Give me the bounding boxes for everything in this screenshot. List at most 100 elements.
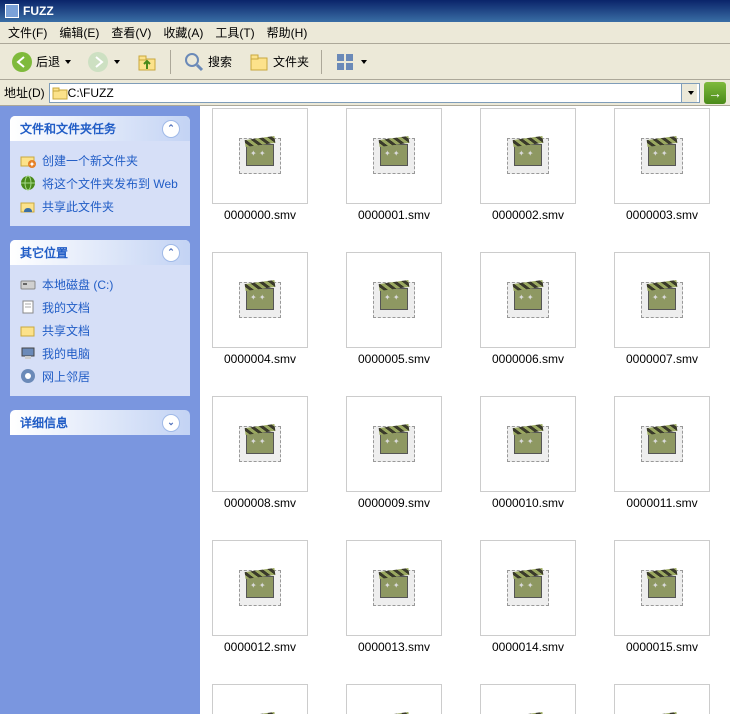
- file-name: 0000001.smv: [358, 208, 430, 222]
- file-name: 0000002.smv: [492, 208, 564, 222]
- file-thumbnail: [480, 540, 576, 636]
- tasks-panel: 文件和文件夹任务 ⌃ ✦ 创建一个新文件夹 将这个文件夹发布到 Web 共享此文…: [10, 116, 190, 226]
- file-item[interactable]: 0000005.smv: [344, 252, 444, 366]
- new-folder-icon: ✦: [20, 152, 36, 168]
- video-file-icon: [507, 423, 549, 465]
- file-item[interactable]: 0000007.smv: [612, 252, 712, 366]
- address-input[interactable]: [68, 86, 681, 100]
- tasks-header[interactable]: 文件和文件夹任务 ⌃: [10, 116, 190, 141]
- toolbar-separator: [321, 50, 322, 74]
- up-button[interactable]: [129, 47, 165, 77]
- video-file-icon: [641, 279, 683, 321]
- menu-favorites[interactable]: 收藏(A): [157, 22, 209, 43]
- task-new-folder[interactable]: ✦ 创建一个新文件夹: [20, 149, 180, 172]
- file-thumbnail: [212, 396, 308, 492]
- menu-file[interactable]: 文件(F): [2, 22, 53, 43]
- file-item[interactable]: 0000009.smv: [344, 396, 444, 510]
- place-local-disk[interactable]: 本地磁盘 (C:): [20, 273, 180, 296]
- video-file-icon: [373, 279, 415, 321]
- forward-button[interactable]: [80, 47, 127, 77]
- task-label: 共享此文件夹: [42, 198, 114, 215]
- file-name: 0000010.smv: [492, 496, 564, 510]
- file-item[interactable]: 0000012.smv: [210, 540, 310, 654]
- file-item[interactable]: 0000006.smv: [478, 252, 578, 366]
- details-title: 详细信息: [20, 414, 68, 431]
- address-label: 地址(D): [4, 84, 45, 101]
- file-name: 0000004.smv: [224, 352, 296, 366]
- file-item[interactable]: 0000014.smv: [478, 540, 578, 654]
- file-item[interactable]: 0000019.smv: [612, 684, 712, 714]
- chevron-down-icon: [65, 60, 71, 64]
- menu-view[interactable]: 查看(V): [105, 22, 157, 43]
- file-item[interactable]: 0000018.smv: [478, 684, 578, 714]
- video-file-icon: [239, 567, 281, 609]
- video-file-icon: [507, 567, 549, 609]
- forward-icon: [87, 51, 109, 73]
- file-name: 0000012.smv: [224, 640, 296, 654]
- file-item[interactable]: 0000003.smv: [612, 108, 712, 222]
- go-button[interactable]: →: [704, 82, 726, 104]
- file-thumbnail: [480, 396, 576, 492]
- place-network[interactable]: 网上邻居: [20, 365, 180, 388]
- details-header[interactable]: 详细信息 ⌄: [10, 410, 190, 435]
- folders-button[interactable]: 文件夹: [241, 47, 316, 77]
- file-item[interactable]: 0000017.smv: [344, 684, 444, 714]
- places-header[interactable]: 其它位置 ⌃: [10, 240, 190, 265]
- video-file-icon: [507, 279, 549, 321]
- file-item[interactable]: 0000010.smv: [478, 396, 578, 510]
- documents-icon: [20, 299, 36, 315]
- task-publish-web[interactable]: 将这个文件夹发布到 Web: [20, 172, 180, 195]
- place-label: 我的电脑: [42, 345, 90, 362]
- file-thumbnail: [346, 540, 442, 636]
- go-arrow-icon: →: [708, 85, 722, 101]
- menu-help[interactable]: 帮助(H): [261, 22, 314, 43]
- file-list[interactable]: 0000000.smv 0000001.smv 0000002.smv 0000003…: [200, 106, 730, 714]
- views-button[interactable]: [327, 47, 374, 77]
- back-label: 后退: [36, 53, 60, 70]
- file-thumbnail: [346, 684, 442, 714]
- svg-text:✦: ✦: [29, 160, 36, 168]
- menu-bar: 文件(F) 编辑(E) 查看(V) 收藏(A) 工具(T) 帮助(H): [0, 22, 730, 44]
- app-icon: [5, 4, 19, 18]
- file-item[interactable]: 0000000.smv: [210, 108, 310, 222]
- video-file-icon: [239, 423, 281, 465]
- globe-icon: [20, 175, 36, 191]
- address-dropdown[interactable]: [681, 84, 697, 102]
- file-item[interactable]: 0000013.smv: [344, 540, 444, 654]
- file-item[interactable]: 0000002.smv: [478, 108, 578, 222]
- file-name: 0000009.smv: [358, 496, 430, 510]
- place-my-documents[interactable]: 我的文档: [20, 296, 180, 319]
- file-item[interactable]: 0000015.smv: [612, 540, 712, 654]
- video-file-icon: [373, 423, 415, 465]
- file-item[interactable]: 0000001.smv: [344, 108, 444, 222]
- address-field[interactable]: [49, 83, 700, 103]
- file-thumbnail: [480, 108, 576, 204]
- content-area: 文件和文件夹任务 ⌃ ✦ 创建一个新文件夹 将这个文件夹发布到 Web 共享此文…: [0, 106, 730, 714]
- shared-folder-icon: [20, 322, 36, 338]
- details-panel: 详细信息 ⌄: [10, 410, 190, 435]
- views-icon: [334, 51, 356, 73]
- folders-label: 文件夹: [273, 53, 309, 70]
- task-share-folder[interactable]: 共享此文件夹: [20, 195, 180, 218]
- folders-icon: [248, 51, 270, 73]
- collapse-icon: ⌃: [162, 120, 180, 138]
- file-name: 0000003.smv: [626, 208, 698, 222]
- place-my-computer[interactable]: 我的电脑: [20, 342, 180, 365]
- chevron-down-icon: [361, 60, 367, 64]
- place-shared-documents[interactable]: 共享文档: [20, 319, 180, 342]
- search-label: 搜索: [208, 53, 232, 70]
- back-icon: [11, 51, 33, 73]
- menu-edit[interactable]: 编辑(E): [53, 22, 105, 43]
- chevron-down-icon: [688, 91, 694, 95]
- search-button[interactable]: 搜索: [176, 47, 239, 77]
- places-panel: 其它位置 ⌃ 本地磁盘 (C:) 我的文档 共享文档 我的电脑: [10, 240, 190, 396]
- back-button[interactable]: 后退: [4, 47, 78, 77]
- file-item[interactable]: 0000008.smv: [210, 396, 310, 510]
- file-thumbnail: [480, 684, 576, 714]
- video-file-icon: [239, 279, 281, 321]
- file-item[interactable]: 0000011.smv: [612, 396, 712, 510]
- file-item[interactable]: 0000016.smv: [210, 684, 310, 714]
- menu-tools[interactable]: 工具(T): [209, 22, 260, 43]
- places-body: 本地磁盘 (C:) 我的文档 共享文档 我的电脑 网上邻居: [10, 265, 190, 396]
- file-item[interactable]: 0000004.smv: [210, 252, 310, 366]
